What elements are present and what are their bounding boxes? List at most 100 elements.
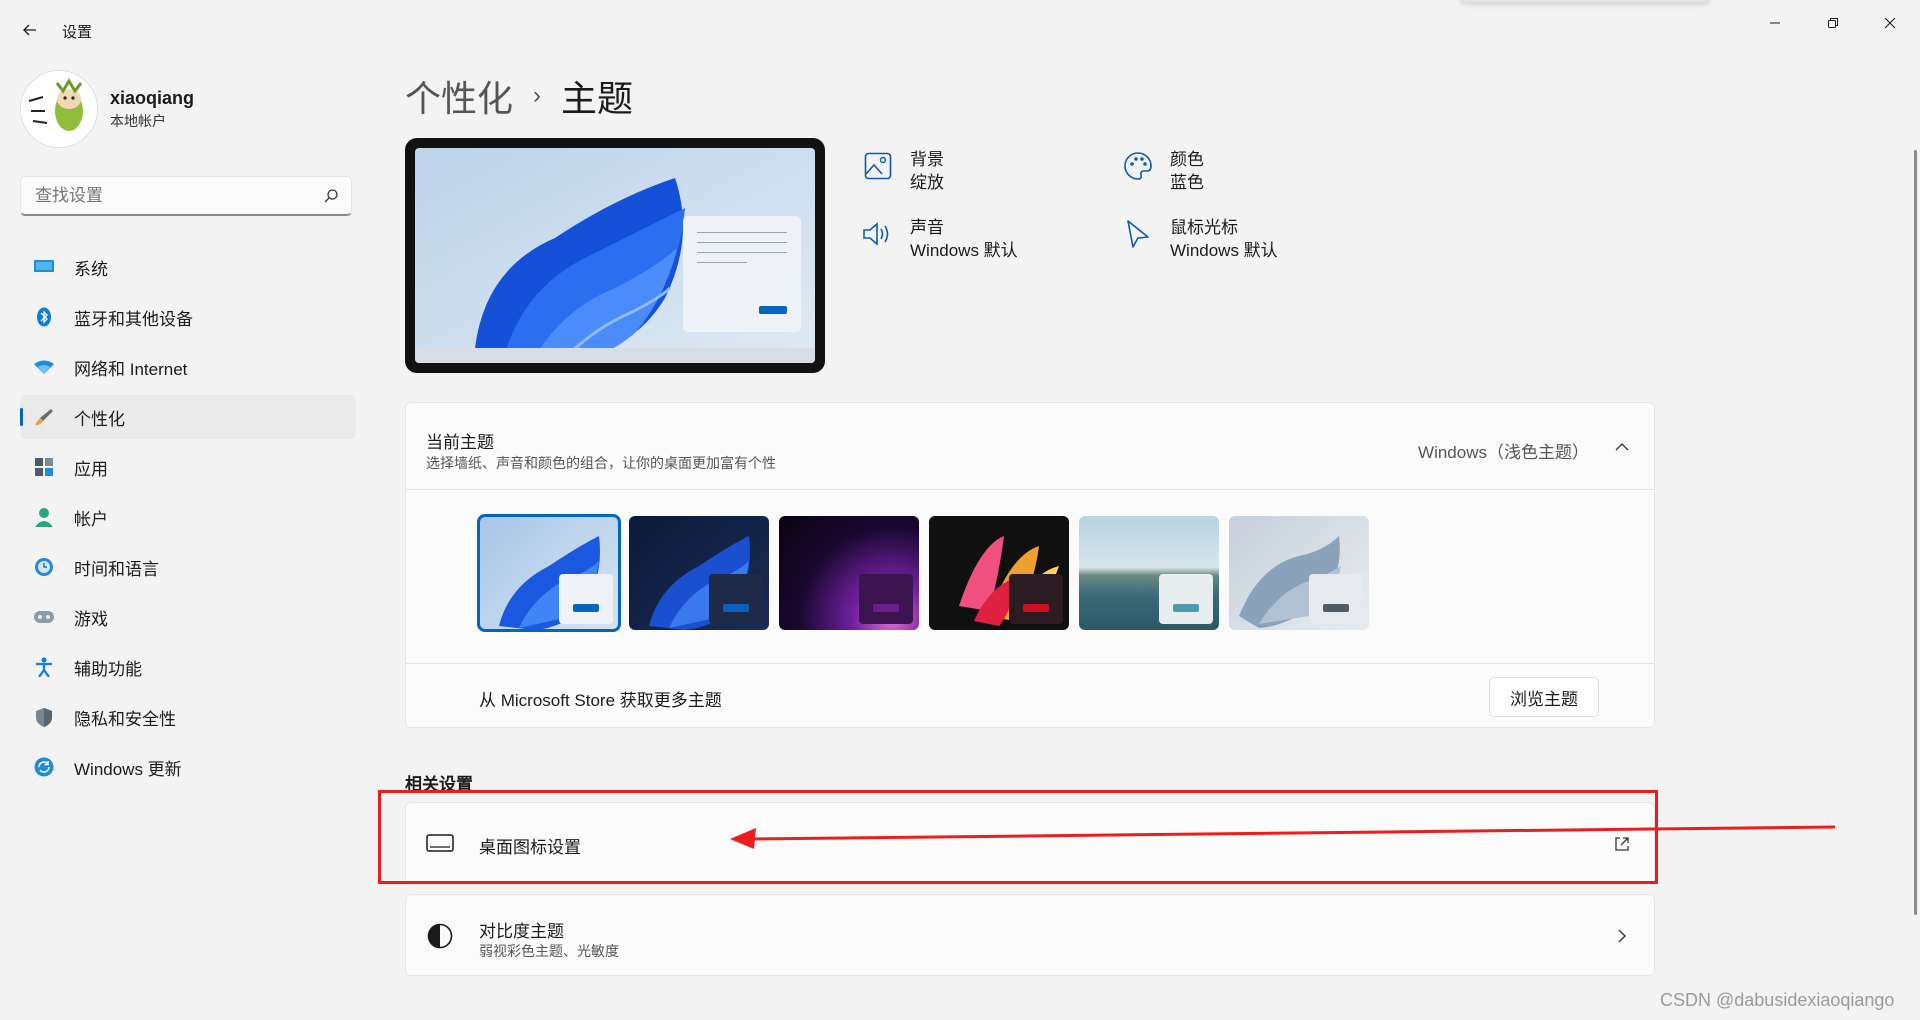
- chevron-up-icon[interactable]: [1610, 435, 1634, 459]
- scrollbar-thumb[interactable]: [1914, 150, 1917, 915]
- window-title: 设置: [62, 24, 93, 41]
- sidebar-item-label: 时间和语言: [74, 559, 159, 579]
- restore-button[interactable]: [1810, 8, 1856, 38]
- search-icon[interactable]: [323, 188, 339, 204]
- cursor-setting[interactable]: 鼠标光标 Windows 默认: [1120, 216, 1278, 262]
- sidebar-item-bluetooth[interactable]: 蓝牙和其他设备: [20, 295, 356, 339]
- shield-icon: [34, 707, 54, 727]
- sidebar-item-apps[interactable]: 应用: [20, 445, 356, 489]
- sound-value: Windows 默认: [910, 241, 1018, 260]
- avatar[interactable]: [20, 70, 98, 148]
- current-theme-value: Windows（浅色主题）: [1418, 443, 1589, 462]
- sidebar-item-windows-update[interactable]: Windows 更新: [20, 745, 356, 789]
- sidebar-item-network[interactable]: 网络和 Internet: [20, 345, 356, 389]
- sound-setting[interactable]: 声音 Windows 默认: [860, 216, 1018, 262]
- user-name: xiaoqiang: [110, 88, 195, 108]
- theme-preview: [405, 138, 825, 373]
- sidebar-item-label: 辅助功能: [74, 659, 142, 679]
- sound-title: 声音: [910, 218, 944, 237]
- account-icon: [34, 507, 54, 527]
- clock-globe-icon: [34, 557, 54, 577]
- palette-icon: [1120, 148, 1156, 184]
- sidebar-item-privacy[interactable]: 隐私和安全性: [20, 695, 356, 739]
- theme-gallery: [477, 514, 1369, 632]
- cursor-icon: [1120, 216, 1156, 252]
- store-text: 从 Microsoft Store 获取更多主题: [479, 691, 722, 710]
- apps-icon: [34, 457, 54, 477]
- theme-thumb-glow[interactable]: [779, 516, 919, 630]
- background-value: 绽放: [910, 173, 944, 192]
- watermark: CSDN @dabusidexiaoqiango: [1660, 990, 1895, 1010]
- current-theme-title: 当前主题: [426, 433, 494, 452]
- browse-themes-button[interactable]: 浏览主题: [1489, 677, 1599, 717]
- close-icon: [1884, 17, 1896, 29]
- sidebar-item-label: 蓝牙和其他设备: [74, 309, 193, 329]
- active-indicator: [20, 408, 23, 426]
- system-icon: [34, 257, 54, 277]
- color-setting[interactable]: 颜色 蓝色: [1120, 148, 1204, 194]
- contrast-themes-row[interactable]: 对比度主题 弱视彩色主题、光敏度: [405, 894, 1655, 976]
- background-setting[interactable]: 背景 绽放: [860, 148, 944, 194]
- preview-taskbar: [415, 348, 815, 363]
- minimize-icon: [1770, 22, 1780, 24]
- sidebar-item-gaming[interactable]: 游戏: [20, 595, 356, 639]
- sidebar-item-label: 系统: [74, 259, 108, 279]
- search-input[interactable]: [33, 185, 317, 207]
- speaker-icon: [860, 216, 896, 252]
- sidebar-item-accounts[interactable]: 帐户: [20, 495, 356, 539]
- search-box[interactable]: [20, 176, 352, 216]
- breadcrumb-separator: ›: [533, 82, 542, 109]
- cursor-value: Windows 默认: [1170, 241, 1278, 260]
- sidebar-item-label: 隐私和安全性: [74, 709, 176, 729]
- breadcrumb-parent[interactable]: 个性化: [405, 70, 513, 122]
- sidebar-item-label: 帐户: [74, 509, 108, 529]
- contrast-icon: [426, 923, 454, 949]
- restore-icon: [1828, 18, 1838, 28]
- current-theme-card: 当前主题 选择墙纸、声音和颜色的组合，让你的桌面更加富有个性 Windows（浅…: [405, 402, 1655, 728]
- theme-thumb-windows-light[interactable]: [477, 514, 621, 632]
- theme-thumb-captured-motion[interactable]: [929, 516, 1069, 630]
- contrast-themes-subtitle: 弱视彩色主题、光敏度: [479, 943, 619, 959]
- preview-window: [683, 216, 801, 332]
- account-type: 本地帐户: [110, 113, 166, 129]
- minimize-button[interactable]: [1752, 8, 1798, 38]
- store-row: 从 Microsoft Store 获取更多主题 浏览主题: [406, 663, 1654, 730]
- theme-thumb-sunrise[interactable]: [1079, 516, 1219, 630]
- sidebar-item-label: 个性化: [74, 409, 125, 429]
- preview-wallpaper: [415, 148, 815, 363]
- breadcrumb: 个性化 › 主题: [405, 70, 633, 122]
- sidebar-item-accessibility[interactable]: 辅助功能: [20, 645, 356, 689]
- sidebar-item-personalization[interactable]: 个性化: [20, 395, 356, 439]
- chevron-right-icon: [1610, 924, 1634, 948]
- contrast-themes-title: 对比度主题: [479, 922, 564, 941]
- sidebar-item-label: 应用: [74, 459, 108, 479]
- update-icon: [34, 757, 54, 777]
- window-edge-shadow: [1460, 0, 1710, 2]
- avatar-image: [21, 71, 97, 147]
- back-button[interactable]: [14, 14, 46, 46]
- sidebar-item-label: Windows 更新: [74, 759, 182, 779]
- image-icon: [860, 148, 896, 184]
- sidebar-item-label: 网络和 Internet: [74, 359, 188, 379]
- gamepad-icon: [34, 607, 54, 627]
- cursor-title: 鼠标光标: [1170, 218, 1238, 237]
- color-title: 颜色: [1170, 150, 1204, 169]
- sidebar-item-system[interactable]: 系统: [20, 245, 356, 289]
- sidebar-item-time-language[interactable]: 时间和语言: [20, 545, 356, 589]
- sidebar-item-label: 游戏: [74, 609, 108, 629]
- color-value: 蓝色: [1170, 173, 1204, 192]
- back-arrow-icon: [23, 24, 36, 36]
- sidebar-nav: 系统 蓝牙和其他设备 网络和 Internet 个性化 应用 帐户 时间和语言 …: [20, 245, 356, 795]
- current-theme-subtitle: 选择墙纸、声音和颜色的组合，让你的桌面更加富有个性: [426, 455, 776, 471]
- theme-thumb-windows-dark[interactable]: [629, 516, 769, 630]
- bluetooth-icon: [34, 307, 54, 327]
- brush-icon: [34, 407, 54, 427]
- annotation-arrow: [730, 825, 1836, 849]
- current-theme-header[interactable]: 当前主题 选择墙纸、声音和颜色的组合，让你的桌面更加富有个性 Windows（浅…: [406, 403, 1654, 490]
- close-button[interactable]: [1867, 8, 1913, 38]
- theme-thumb-flow[interactable]: [1229, 516, 1369, 630]
- accessibility-icon: [34, 657, 54, 677]
- wifi-icon: [34, 357, 54, 377]
- page-title: 主题: [561, 78, 634, 119]
- background-title: 背景: [910, 150, 944, 169]
